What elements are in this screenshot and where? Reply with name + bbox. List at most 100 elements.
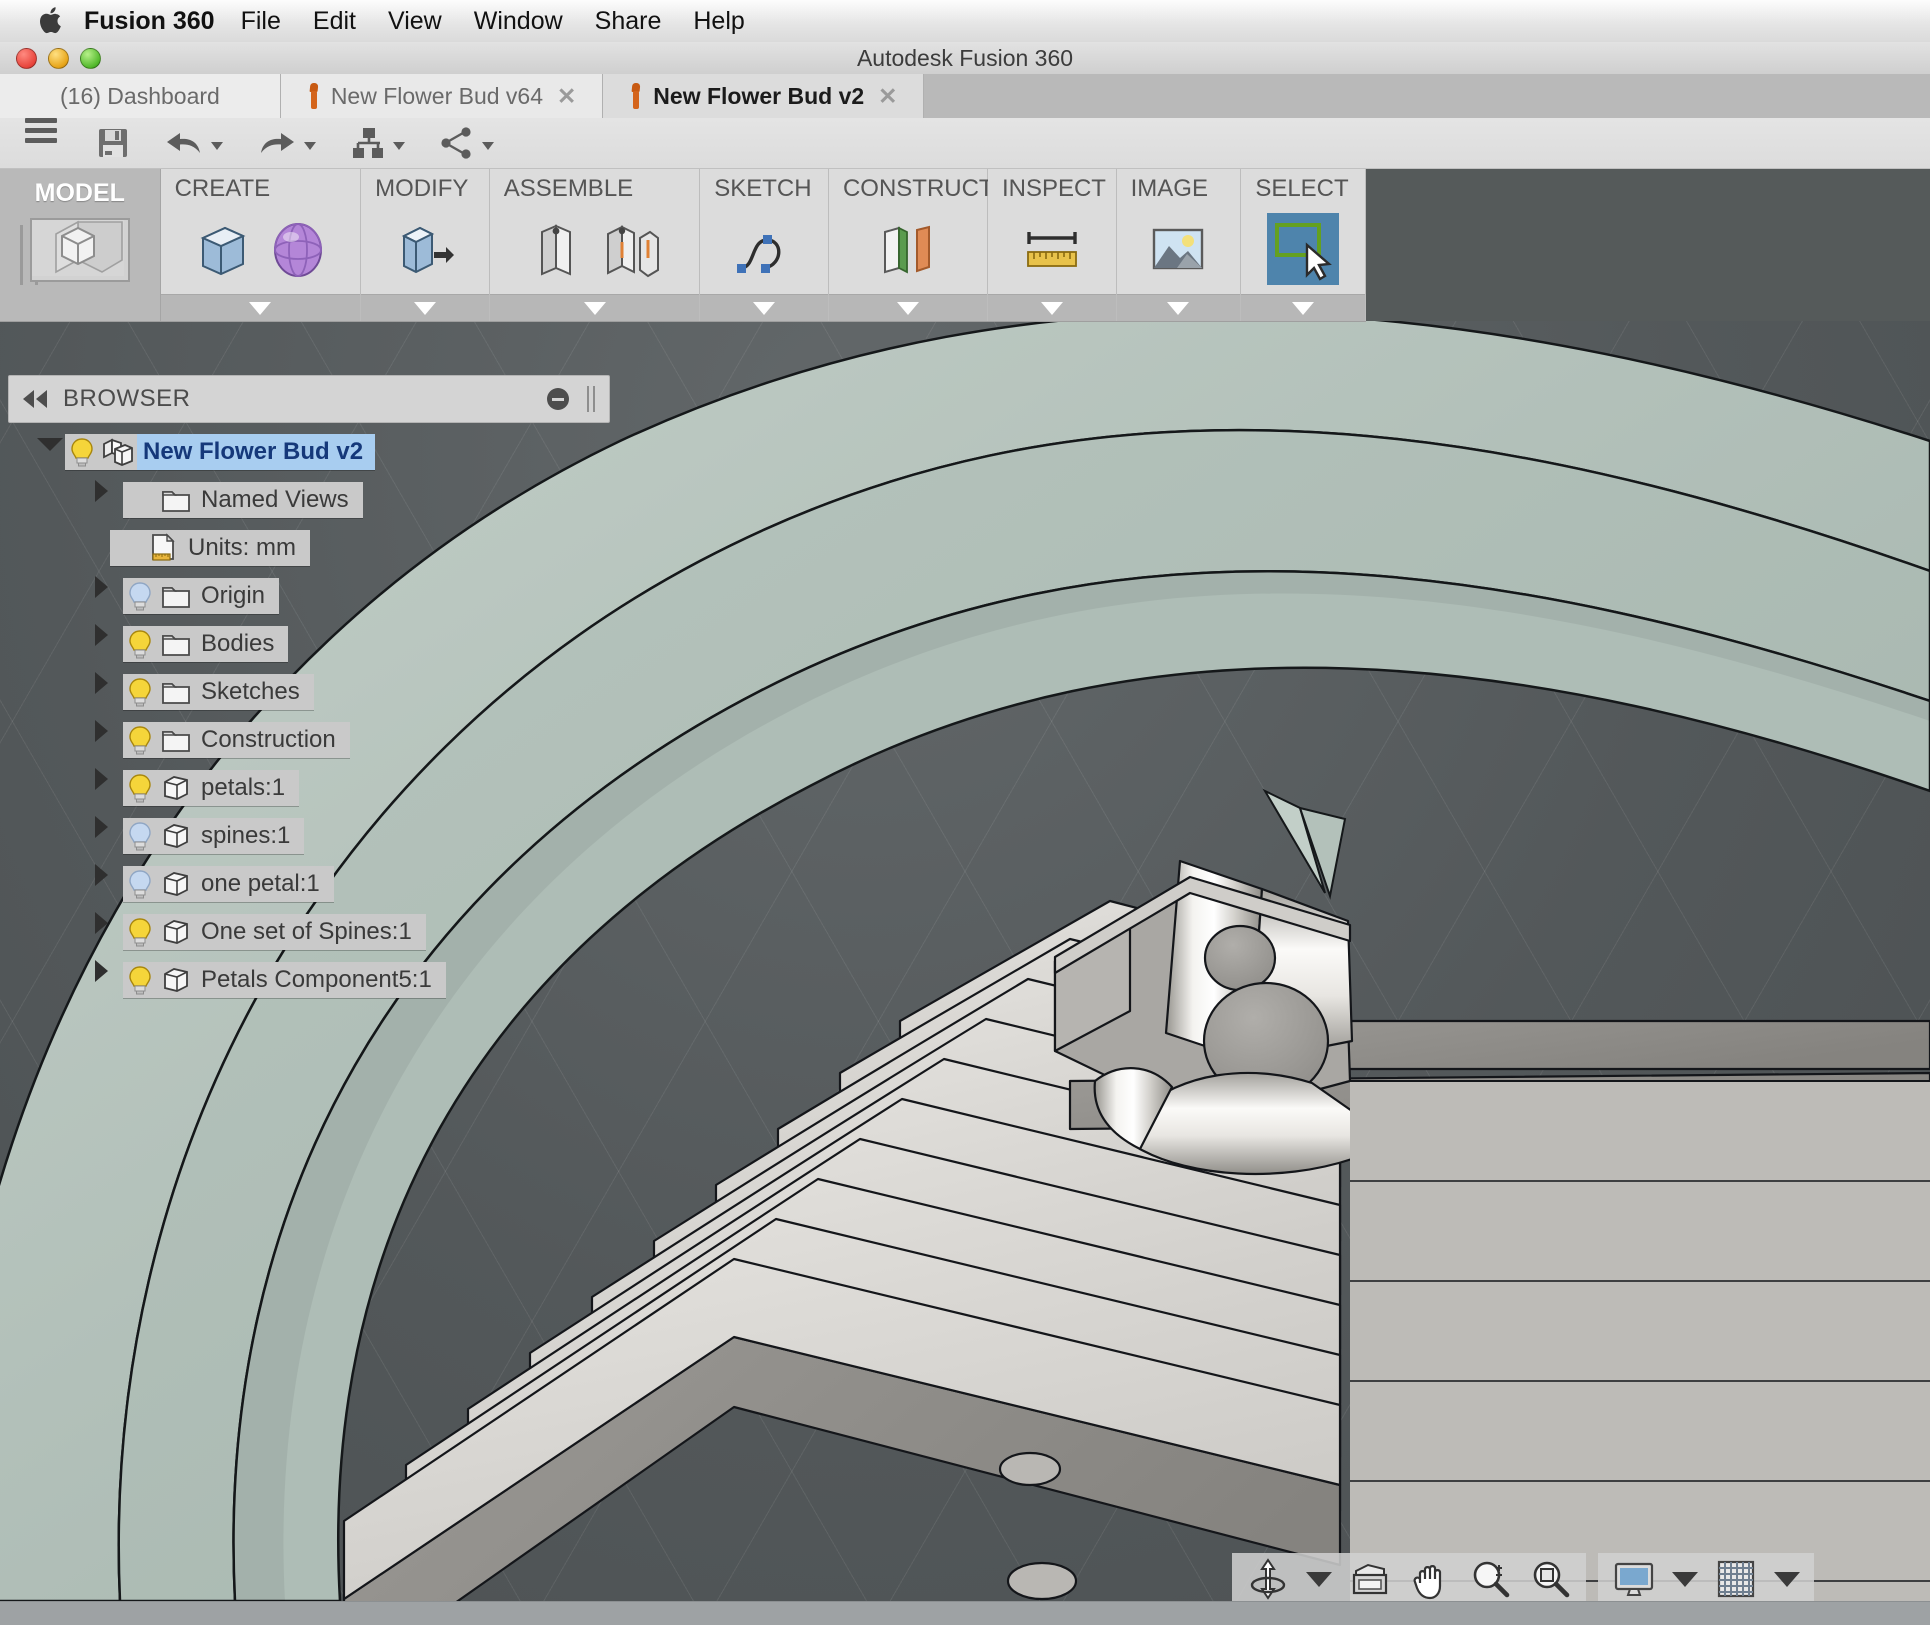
expand-arrow-icon[interactable]: [95, 683, 123, 701]
browser-resize-grip[interactable]: [587, 386, 595, 412]
box-icon[interactable]: [191, 218, 253, 280]
workspace-selector-model[interactable]: MODEL: [0, 169, 161, 321]
browser-tree-row[interactable]: Origin: [0, 572, 640, 620]
expand-arrow-icon[interactable]: [95, 923, 123, 941]
measure-icon[interactable]: [1021, 218, 1083, 280]
orbit-dropdown-caret[interactable]: [1306, 1571, 1332, 1587]
offset-plane-icon[interactable]: [877, 218, 939, 280]
tree-item[interactable]: one petal:1: [123, 866, 334, 902]
expand-arrow-icon[interactable]: [95, 587, 123, 605]
display-dropdown-caret[interactable]: [1672, 1571, 1698, 1587]
tree-item[interactable]: Petals Component5:1: [123, 962, 446, 998]
monitor-icon[interactable]: [1612, 1557, 1656, 1601]
visibility-bulb-icon[interactable]: [123, 722, 157, 758]
redo-dropdown-caret[interactable]: [304, 142, 316, 150]
tree-item[interactable]: petals:1: [123, 770, 300, 806]
visibility-bulb-icon[interactable]: [123, 674, 157, 710]
expand-arrow-icon[interactable]: [95, 875, 123, 893]
hamburger-icon[interactable]: [20, 118, 62, 168]
browser-tree-row[interactable]: New Flower Bud v2: [0, 428, 640, 476]
browser-tree-row[interactable]: Construction: [0, 716, 640, 764]
tree-item[interactable]: Sketches: [123, 674, 314, 710]
tree-item[interactable]: Bodies: [123, 626, 289, 662]
sitemap-icon[interactable]: [350, 118, 405, 168]
panel-image-dropdown[interactable]: [1116, 294, 1241, 321]
apple-logo-icon[interactable]: [38, 6, 62, 35]
tree-item[interactable]: spines:1: [123, 818, 305, 854]
pan-hand-icon[interactable]: [1408, 1557, 1452, 1601]
panel-select-dropdown[interactable]: [1241, 294, 1365, 321]
visibility-bulb-icon[interactable]: [123, 914, 157, 950]
tab-new-flower-bud-v2[interactable]: New Flower Bud v2 ✕: [603, 74, 925, 118]
panel-sketch-dropdown[interactable]: [700, 294, 828, 321]
select-window-icon[interactable]: [1267, 212, 1340, 285]
collapse-left-icon[interactable]: [23, 390, 47, 408]
undo-icon[interactable]: [164, 118, 223, 168]
tree-item[interactable]: Construction: [123, 722, 350, 758]
browser-tree-row[interactable]: petals:1: [0, 764, 640, 812]
expand-arrow-icon[interactable]: [95, 731, 123, 749]
tree-item[interactable]: One set of Spines:1: [123, 914, 426, 950]
visibility-bulb-icon[interactable]: [123, 770, 157, 806]
mac-menu-help[interactable]: Help: [693, 7, 744, 36]
share-icon[interactable]: [439, 118, 494, 168]
sphere-icon[interactable]: [267, 218, 329, 280]
tree-item[interactable]: New Flower Bud v2: [65, 434, 376, 470]
browser-tree-row[interactable]: One set of Spines:1: [0, 908, 640, 956]
browser-tree-row[interactable]: Units: mm: [0, 524, 640, 572]
browser-tree-row[interactable]: Named Views: [0, 476, 640, 524]
collapse-arrow-icon[interactable]: [37, 443, 65, 461]
as-built-joint-icon[interactable]: [602, 218, 664, 280]
tree-item[interactable]: Units: mm: [110, 530, 310, 566]
tab-new-flower-bud-v64[interactable]: New Flower Bud v64 ✕: [280, 74, 604, 118]
panel-inspect-dropdown[interactable]: [987, 294, 1116, 321]
visibility-bulb-icon[interactable]: [65, 434, 99, 470]
tree-item[interactable]: Named Views: [123, 482, 363, 518]
mac-app-name[interactable]: Fusion 360: [84, 7, 215, 36]
expand-arrow-icon[interactable]: [95, 971, 123, 989]
mac-menu-edit[interactable]: Edit: [313, 7, 356, 36]
mac-menu-window[interactable]: Window: [474, 7, 563, 36]
spline-icon[interactable]: [733, 218, 795, 280]
tab-v2-close-icon[interactable]: ✕: [878, 83, 897, 110]
panel-create-dropdown[interactable]: [160, 294, 361, 321]
browser-tree-row[interactable]: Bodies: [0, 620, 640, 668]
save-icon[interactable]: [96, 118, 130, 168]
mac-menu-share[interactable]: Share: [595, 7, 662, 36]
visibility-bulb-icon[interactable]: [123, 818, 157, 854]
browser-tree-row[interactable]: spines:1: [0, 812, 640, 860]
fit-icon[interactable]: [1528, 1557, 1572, 1601]
expand-arrow-icon[interactable]: [95, 779, 123, 797]
tab-dashboard[interactable]: (16) Dashboard: [0, 74, 281, 118]
canvas-image-icon[interactable]: [1147, 218, 1209, 280]
mac-menu-view[interactable]: View: [388, 7, 442, 36]
tree-item[interactable]: Origin: [123, 578, 280, 614]
visibility-bulb-icon[interactable]: [123, 578, 157, 614]
sitemap-dropdown-caret[interactable]: [393, 142, 405, 150]
zoom-icon[interactable]: [1468, 1557, 1512, 1601]
tab-v64-close-icon[interactable]: ✕: [557, 83, 576, 110]
undo-dropdown-caret[interactable]: [211, 142, 223, 150]
panel-modify-dropdown[interactable]: [361, 294, 489, 321]
press-pull-icon[interactable]: [394, 218, 456, 280]
expand-arrow-icon[interactable]: [95, 491, 123, 509]
visibility-bulb-icon[interactable]: [123, 962, 157, 998]
expand-arrow-icon[interactable]: [95, 635, 123, 653]
grid-icon[interactable]: [1714, 1557, 1758, 1601]
panel-construct-dropdown[interactable]: [828, 294, 987, 321]
panel-assemble-dropdown[interactable]: [489, 294, 700, 321]
visibility-bulb-icon[interactable]: [123, 626, 157, 662]
expand-arrow-icon[interactable]: [95, 827, 123, 845]
browser-tree-row[interactable]: Petals Component5:1: [0, 956, 640, 1004]
browser-tree-row[interactable]: one petal:1: [0, 860, 640, 908]
share-dropdown-caret[interactable]: [482, 142, 494, 150]
visibility-bulb-icon[interactable]: [123, 866, 157, 902]
orbit-icon[interactable]: [1246, 1557, 1290, 1601]
mac-menu-file[interactable]: File: [241, 7, 281, 36]
browser-tree-row[interactable]: Sketches: [0, 668, 640, 716]
grid-dropdown-caret[interactable]: [1774, 1571, 1800, 1587]
minimize-icon[interactable]: [547, 388, 569, 410]
joint-icon[interactable]: [526, 218, 588, 280]
redo-icon[interactable]: [257, 118, 316, 168]
look-at-icon[interactable]: [1348, 1557, 1392, 1601]
